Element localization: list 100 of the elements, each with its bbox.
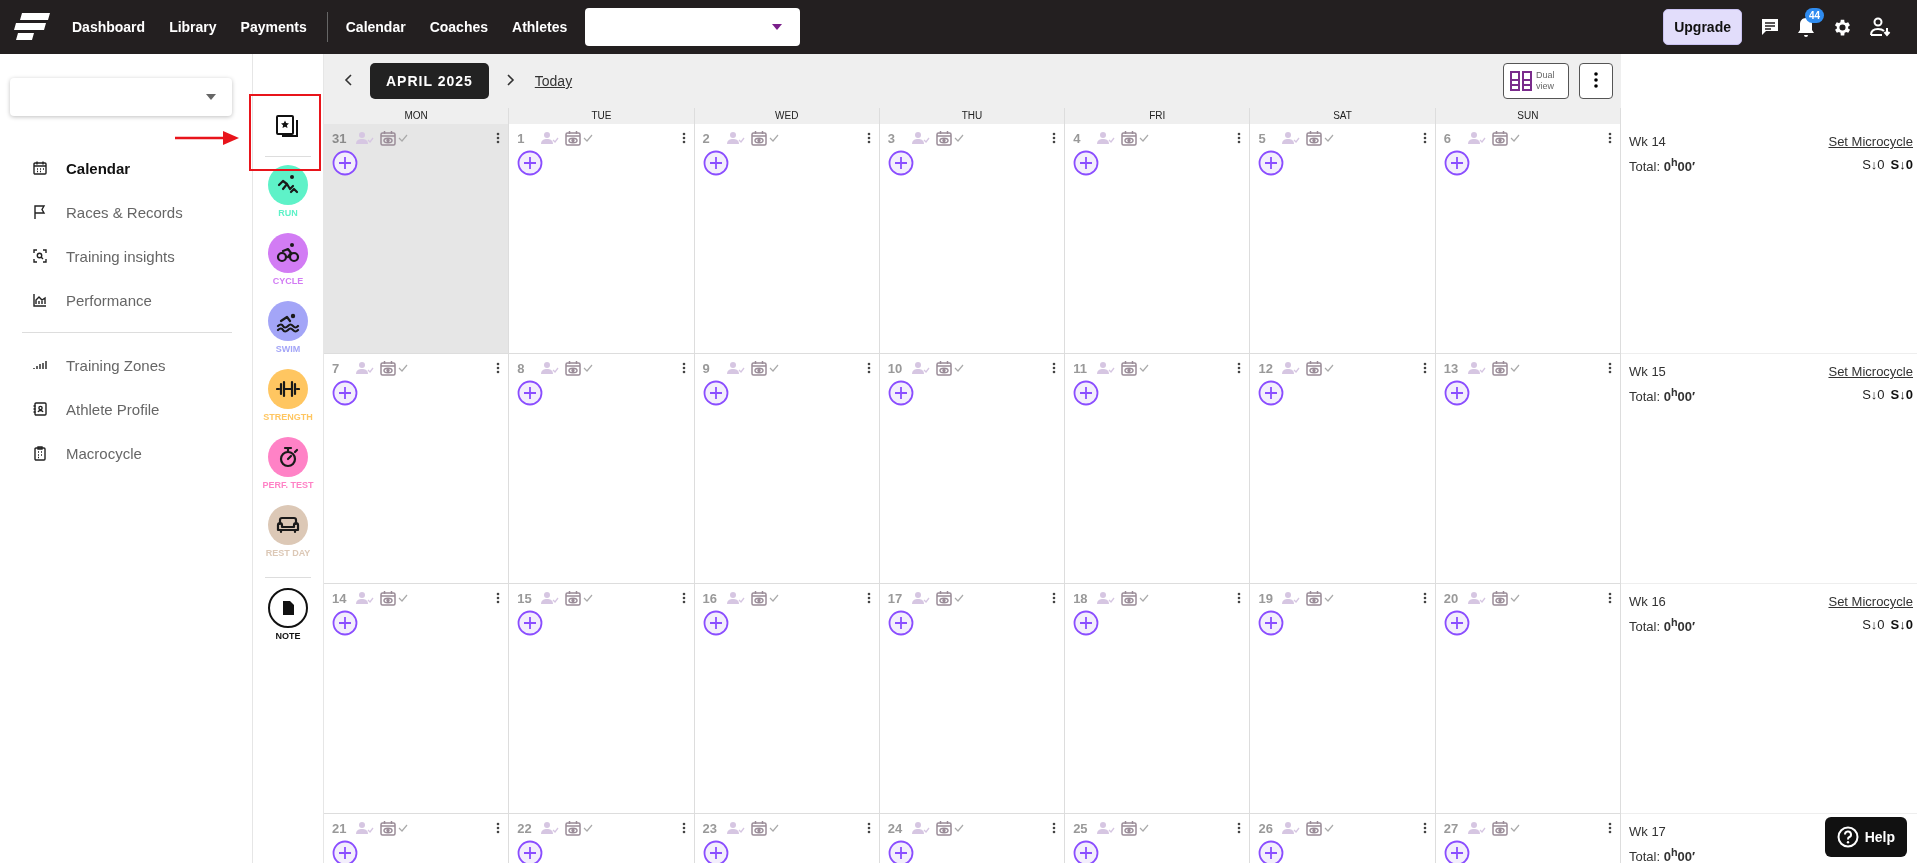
calendar-eye-icon[interactable] — [1491, 130, 1508, 146]
day-cell[interactable]: 2 — [694, 124, 880, 354]
person-check-icon[interactable] — [1282, 361, 1301, 375]
person-check-icon[interactable] — [1097, 361, 1116, 375]
person-check-icon[interactable] — [1467, 361, 1486, 375]
workout-type-button[interactable]: SWIM — [268, 301, 308, 354]
add-workout-icon[interactable] — [517, 840, 544, 863]
add-workout-icon[interactable] — [1073, 610, 1100, 636]
calendar-eye-icon[interactable] — [935, 130, 952, 146]
add-workout-icon[interactable] — [1258, 840, 1285, 863]
set-microcycle-link[interactable]: Set Microcycle — [1828, 362, 1913, 382]
help-button[interactable]: Help — [1824, 817, 1907, 857]
more-icon[interactable] — [1237, 592, 1242, 604]
more-icon[interactable] — [866, 592, 871, 604]
calendar-eye-icon[interactable] — [1306, 360, 1323, 376]
calendar-eye-icon[interactable] — [565, 360, 582, 376]
person-check-icon[interactable] — [541, 821, 560, 835]
add-workout-icon[interactable] — [517, 150, 544, 176]
add-workout-icon[interactable] — [1443, 150, 1470, 176]
person-check-icon[interactable] — [541, 591, 560, 605]
day-cell[interactable]: 8 — [509, 354, 695, 584]
sidebar-item[interactable]: Calendar — [10, 146, 232, 190]
add-workout-icon[interactable] — [887, 610, 914, 636]
more-icon[interactable] — [681, 822, 686, 834]
more-icon[interactable] — [1237, 362, 1242, 374]
person-check-icon[interactable] — [541, 131, 560, 145]
calendar-eye-icon[interactable] — [1121, 360, 1138, 376]
person-check-icon[interactable] — [911, 591, 930, 605]
upgrade-button[interactable]: Upgrade — [1663, 9, 1742, 45]
chat-icon[interactable] — [1760, 17, 1780, 37]
person-check-icon[interactable] — [1282, 821, 1301, 835]
person-check-icon[interactable] — [911, 131, 930, 145]
add-workout-icon[interactable] — [1258, 610, 1285, 636]
month-picker-button[interactable]: APRIL 2025 — [370, 63, 489, 99]
more-icon[interactable] — [496, 592, 501, 604]
calendar-eye-icon[interactable] — [750, 820, 767, 836]
calendar-eye-icon[interactable] — [1491, 360, 1508, 376]
calendar-eye-icon[interactable] — [935, 360, 952, 376]
day-cell[interactable]: 6 — [1435, 124, 1621, 354]
person-check-icon[interactable] — [1282, 131, 1301, 145]
person-check-icon[interactable] — [1467, 821, 1486, 835]
calendar-eye-icon[interactable] — [1121, 820, 1138, 836]
day-cell[interactable]: 13 — [1435, 354, 1621, 584]
person-check-icon[interactable] — [356, 591, 374, 605]
calendar-eye-icon[interactable] — [1306, 820, 1323, 836]
calendar-eye-icon[interactable] — [1491, 820, 1508, 836]
add-workout-icon[interactable] — [1073, 150, 1100, 176]
add-workout-icon[interactable] — [332, 150, 358, 176]
day-cell[interactable]: 19 — [1250, 584, 1436, 814]
workout-type-button[interactable]: NOTE — [265, 573, 311, 641]
add-workout-icon[interactable] — [517, 610, 544, 636]
day-cell[interactable]: 10 — [879, 354, 1066, 584]
day-cell[interactable]: 3 — [879, 124, 1066, 354]
calendar-eye-icon[interactable] — [935, 590, 952, 606]
day-cell[interactable]: 4 — [1065, 124, 1251, 354]
calendar-eye-icon[interactable] — [565, 820, 582, 836]
add-workout-icon[interactable] — [332, 380, 358, 406]
person-check-icon[interactable] — [726, 131, 745, 145]
person-check-icon[interactable] — [1282, 591, 1301, 605]
day-cell[interactable]: 7 — [324, 354, 510, 584]
person-check-icon[interactable] — [1467, 591, 1486, 605]
sidebar-item[interactable]: Training Zones — [10, 343, 232, 387]
more-icon[interactable] — [1422, 132, 1427, 144]
workout-type-button[interactable]: REST DAY — [265, 505, 311, 558]
calendar-eye-icon[interactable] — [1306, 590, 1323, 606]
add-workout-icon[interactable] — [1258, 380, 1285, 406]
day-cell[interactable]: 15 — [509, 584, 695, 814]
calendar-eye-icon[interactable] — [380, 130, 396, 146]
add-workout-icon[interactable] — [702, 380, 729, 406]
sidebar-item[interactable]: Athlete Profile — [10, 387, 232, 431]
calendar-eye-icon[interactable] — [565, 130, 582, 146]
workout-type-button[interactable]: CYCLE — [268, 233, 308, 286]
workout-type-button[interactable]: STRENGTH — [263, 369, 313, 422]
day-cell[interactable]: 20 — [1435, 584, 1621, 814]
more-icon[interactable] — [1422, 362, 1427, 374]
more-icon[interactable] — [1422, 822, 1427, 834]
add-workout-icon[interactable] — [517, 380, 544, 406]
day-cell[interactable]: 18 — [1065, 584, 1251, 814]
person-check-icon[interactable] — [911, 821, 930, 835]
calendar-eye-icon[interactable] — [750, 130, 767, 146]
sidebar-item[interactable]: Performance — [10, 278, 232, 322]
add-workout-icon[interactable] — [332, 610, 358, 636]
more-options-button[interactable] — [1579, 63, 1613, 99]
day-cell[interactable]: 1 — [509, 124, 695, 354]
person-check-icon[interactable] — [1097, 591, 1116, 605]
person-check-icon[interactable] — [726, 821, 745, 835]
person-check-icon[interactable] — [356, 361, 374, 375]
day-cell[interactable]: 16 — [694, 584, 880, 814]
calendar-eye-icon[interactable] — [1121, 130, 1138, 146]
calendar-eye-icon[interactable] — [935, 820, 952, 836]
add-workout-icon[interactable] — [702, 840, 729, 863]
more-icon[interactable] — [866, 132, 871, 144]
calendar-eye-icon[interactable] — [750, 360, 767, 376]
more-icon[interactable] — [1237, 132, 1242, 144]
more-icon[interactable] — [1608, 822, 1612, 834]
more-icon[interactable] — [681, 592, 686, 604]
add-workout-icon[interactable] — [1443, 610, 1470, 636]
add-workout-icon[interactable] — [332, 840, 358, 863]
nav-link[interactable]: Coaches — [429, 19, 489, 35]
day-cell[interactable]: 11 — [1065, 354, 1251, 584]
